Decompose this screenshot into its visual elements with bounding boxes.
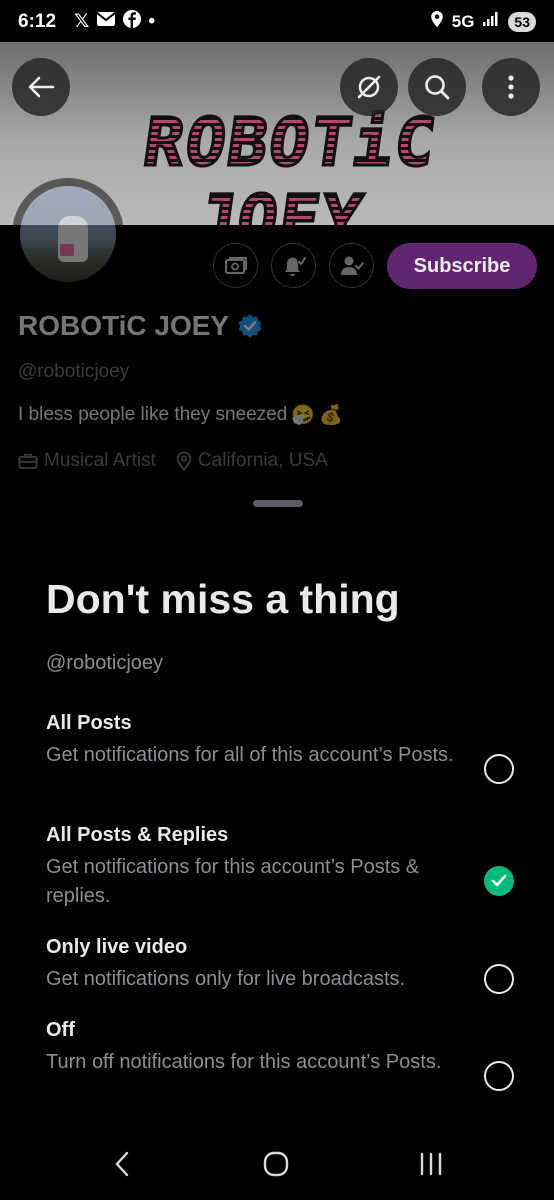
- tip-button[interactable]: [213, 243, 258, 288]
- sneezing-face-emoji: 🤧: [291, 405, 316, 426]
- user-check-icon: [340, 256, 364, 275]
- search-button[interactable]: [408, 58, 466, 116]
- option-all-posts-replies[interactable]: All Posts & Replies Get notifications fo…: [46, 824, 516, 911]
- verified-badge-icon: [238, 314, 262, 338]
- profile-handle: @roboticjoey: [18, 361, 130, 382]
- back-button[interactable]: [12, 58, 70, 116]
- sheet-title: Don't miss a thing: [46, 576, 400, 622]
- system-nav-bar: [0, 1128, 554, 1200]
- signal-icon: [482, 11, 500, 32]
- option-all-posts[interactable]: All Posts Get notifications for all of t…: [46, 712, 516, 784]
- search-icon: [425, 75, 450, 100]
- profile-name-row: ROBOTiC JOEY: [18, 310, 263, 342]
- more-options-button[interactable]: [482, 58, 540, 116]
- sheet-account-handle: @roboticjoey: [46, 652, 164, 674]
- option-description: Get notifications for this account’s Pos…: [46, 856, 420, 907]
- nav-home-button[interactable]: [256, 1146, 296, 1182]
- avatar[interactable]: [12, 178, 124, 290]
- location-icon: [430, 10, 444, 33]
- home-circle-icon: [263, 1151, 289, 1177]
- grok-icon: [357, 75, 381, 99]
- avatar-photo: [20, 186, 116, 282]
- mail-icon: [96, 11, 116, 32]
- option-title: All Posts & Replies: [46, 824, 229, 846]
- notification-settings-sheet: Don't miss a thing @roboticjoey All Post…: [0, 484, 554, 1200]
- checkmark-icon: [491, 874, 507, 887]
- facebook-icon: [123, 10, 142, 33]
- location-pin-icon: [176, 451, 192, 471]
- option-only-live-video[interactable]: Only live video Get notifications only f…: [46, 936, 516, 994]
- profile-category: Musical Artist: [44, 450, 156, 471]
- option-title: All Posts: [46, 712, 132, 734]
- bell-check-icon: [284, 256, 306, 276]
- system-status: 5G 53: [430, 10, 536, 33]
- sheet-drag-handle[interactable]: [253, 500, 303, 507]
- category-item: Musical Artist: [18, 450, 156, 472]
- chevron-left-icon: [115, 1151, 129, 1177]
- profile-meta: Musical Artist California, USA: [18, 450, 328, 472]
- radio-button-unselected[interactable]: [484, 754, 514, 784]
- dot-icon: •: [148, 10, 155, 32]
- network-label: 5G: [451, 11, 475, 31]
- option-title: Only live video: [46, 936, 188, 958]
- option-title: Off: [46, 1019, 75, 1041]
- option-description: Get notifications for all of this accoun…: [46, 744, 454, 766]
- radio-button-unselected[interactable]: [484, 1061, 514, 1091]
- option-description: Turn off notifications for this account’…: [46, 1051, 442, 1073]
- recents-icon: [420, 1152, 442, 1176]
- profile-location: California, USA: [197, 450, 328, 471]
- nav-back-button[interactable]: [102, 1146, 142, 1182]
- profile-display-name: ROBOTiC JOEY: [18, 310, 230, 341]
- status-bar: 6:12 𝕏 • 5G 53: [0, 0, 554, 42]
- money-bag-emoji: 💰: [319, 405, 343, 426]
- bio-text: I bless people like they sneezed: [18, 404, 288, 425]
- location-item: California, USA: [176, 450, 328, 472]
- following-button[interactable]: [329, 243, 374, 288]
- money-icon: [224, 256, 247, 274]
- nav-recents-button[interactable]: [411, 1146, 451, 1182]
- grok-button[interactable]: [340, 58, 398, 116]
- battery-level: 53: [508, 11, 536, 32]
- more-vertical-icon: [508, 75, 514, 99]
- option-off[interactable]: Off Turn off notifications for this acco…: [46, 1019, 516, 1091]
- notification-icons: 𝕏 •: [74, 10, 155, 33]
- x-logo-icon: 𝕏: [74, 10, 90, 32]
- briefcase-icon: [18, 453, 38, 469]
- status-time: 6:12: [18, 11, 57, 32]
- arrow-left-icon: [28, 76, 55, 98]
- subscribe-button[interactable]: Subscribe: [387, 243, 537, 289]
- profile-bio: I bless people like they sneezed 🤧 💰: [18, 403, 343, 427]
- radio-button-selected[interactable]: [484, 866, 514, 896]
- option-description: Get notifications only for live broadcas…: [46, 968, 406, 990]
- radio-button-unselected[interactable]: [484, 964, 514, 994]
- notifications-button[interactable]: [271, 243, 316, 288]
